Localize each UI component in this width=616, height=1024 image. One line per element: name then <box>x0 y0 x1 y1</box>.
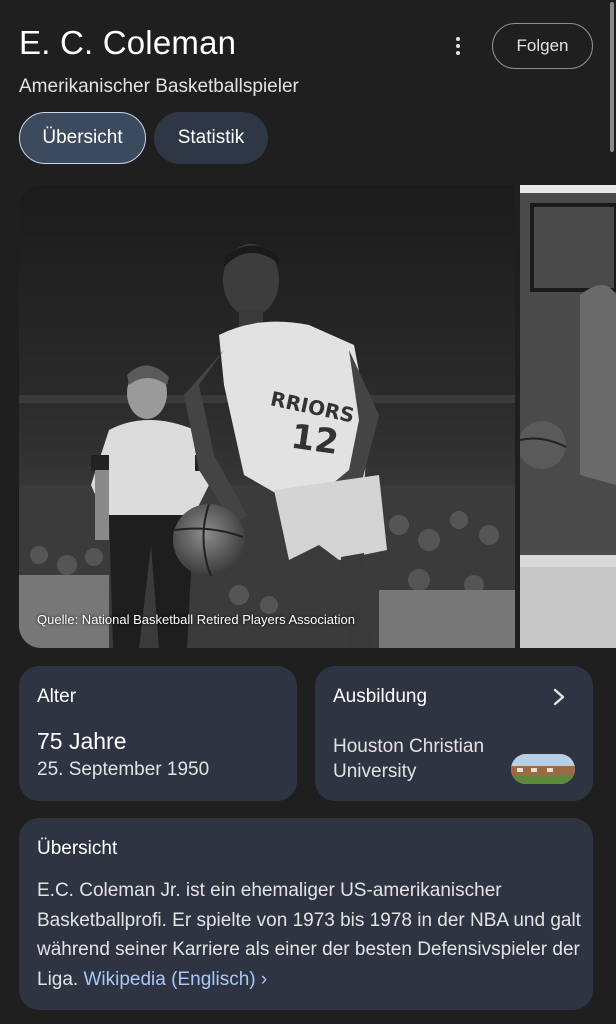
birth-date: 25. September 1950 <box>37 759 210 780</box>
tab-statistics[interactable]: Statistik <box>154 112 268 164</box>
page-subtitle: Amerikanischer Basketballspieler <box>19 76 299 97</box>
overview-text: E.C. Coleman Jr. ist ein ehemaliger US-a… <box>37 876 582 994</box>
player-photo-next-image <box>520 185 616 648</box>
wikipedia-link[interactable]: Wikipedia (Englisch) › <box>83 969 267 990</box>
chevron-right-icon <box>553 688 565 706</box>
player-photo-image: RRIORS 12 <box>19 185 515 648</box>
jersey-number: 12 <box>289 417 341 463</box>
player-photo[interactable]: RRIORS 12 Quelle: National Basketball Re… <box>19 185 515 648</box>
age-value: 75 Jahre <box>37 728 127 754</box>
education-value: Houston Christian University <box>333 736 485 782</box>
more-vert-icon[interactable] <box>440 30 476 62</box>
scrollbar[interactable] <box>610 2 614 152</box>
player-photo-next[interactable] <box>520 185 616 648</box>
photo-caption: Quelle: National Basketball Retired Play… <box>37 612 355 627</box>
education-card[interactable]: Ausbildung Houston Christian University <box>315 666 593 801</box>
overview-card: Übersicht E.C. Coleman Jr. ist ein ehema… <box>19 818 593 1010</box>
overview-label: Übersicht <box>37 838 118 859</box>
page-title: E. C. Coleman <box>19 24 237 61</box>
tab-overview[interactable]: Übersicht <box>19 112 146 164</box>
header: E. C. Coleman Amerikanischer Basketballs… <box>0 0 616 180</box>
age-label: Alter <box>37 686 77 707</box>
education-label: Ausbildung <box>333 686 428 707</box>
follow-button[interactable]: Folgen <box>492 23 593 69</box>
university-thumbnail <box>511 754 575 784</box>
age-card: Alter 75 Jahre 25. September 1950 <box>19 666 297 801</box>
